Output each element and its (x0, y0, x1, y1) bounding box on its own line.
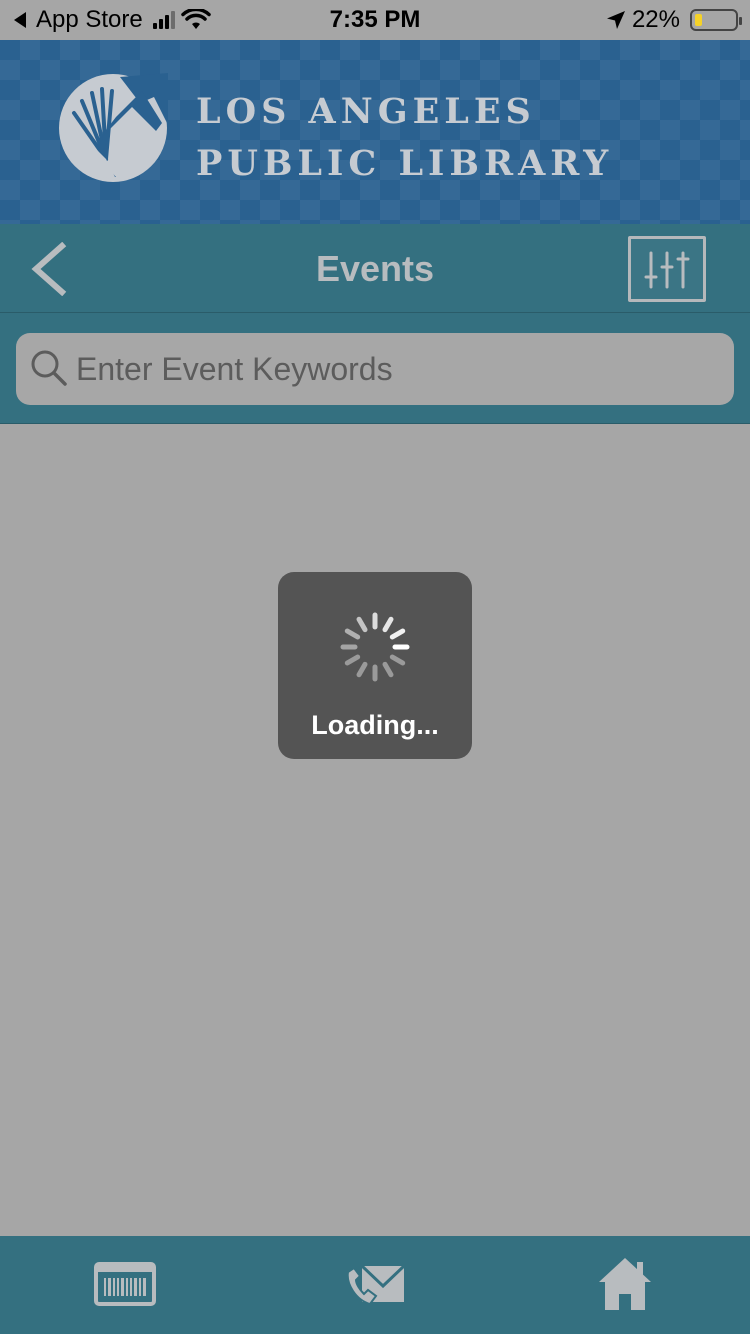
library-name-line-1: LOS ANGELES (196, 91, 536, 132)
home-icon[interactable] (597, 1254, 653, 1314)
library-name: LOS ANGELES PUBLIC LIBRARY (196, 86, 613, 190)
bottom-tab-bar (0, 1236, 750, 1334)
filter-button[interactable] (628, 236, 706, 302)
location-arrow-icon (606, 11, 625, 29)
screen: App Store 7:35 PM 22% LOS ANGELES PUBLIC… (0, 0, 750, 1334)
library-name-line-2: PUBLIC LIBRARY (196, 143, 614, 184)
search-icon (31, 350, 67, 386)
loading-label: Loading... (311, 710, 439, 740)
event-keyword-input[interactable] (76, 333, 716, 405)
status-right: 22% (606, 6, 742, 34)
sliders-icon (644, 251, 690, 289)
library-banner: LOS ANGELES PUBLIC LIBRARY (0, 40, 750, 224)
library-logo-icon (59, 73, 168, 182)
battery-percent: 22% (631, 6, 680, 33)
battery-icon (690, 9, 742, 31)
status-bar: App Store 7:35 PM 22% (0, 0, 750, 40)
spinner-icon (340, 612, 410, 682)
search-box[interactable] (16, 333, 734, 405)
contact-icon[interactable] (344, 1254, 406, 1314)
loading-indicator: Loading... (278, 572, 472, 759)
library-card-icon[interactable] (94, 1254, 156, 1314)
search-strip (0, 312, 750, 424)
